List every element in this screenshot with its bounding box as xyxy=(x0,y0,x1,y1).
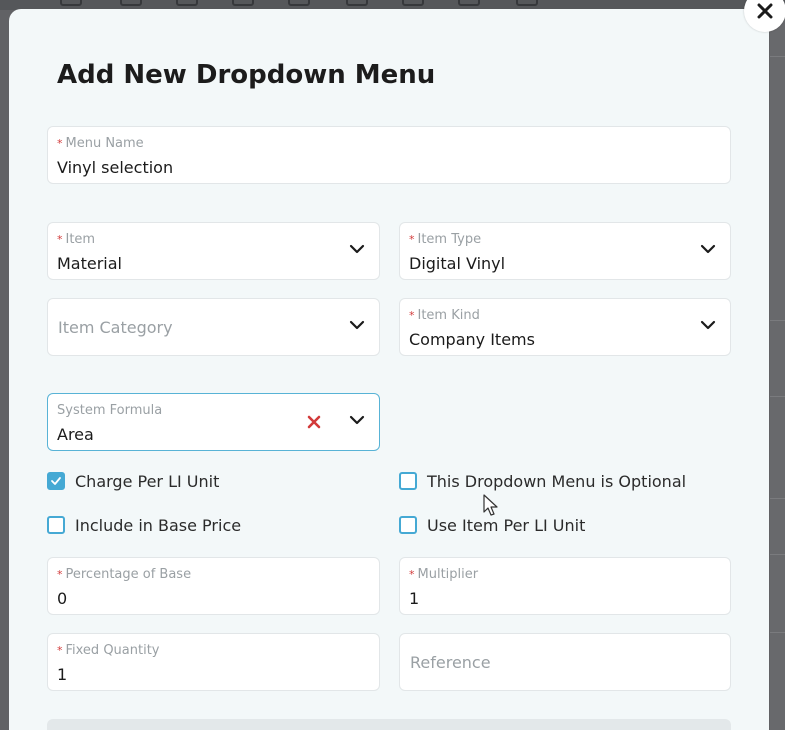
optional-label[interactable]: This Dropdown Menu is Optional xyxy=(427,472,686,491)
required-marker: * xyxy=(409,568,415,581)
toolbar-icon xyxy=(288,0,310,6)
charge-per-li-unit-label[interactable]: Charge Per LI Unit xyxy=(75,472,219,491)
item-select[interactable]: * Item Material xyxy=(47,222,380,280)
required-marker: * xyxy=(57,137,63,150)
include-in-base-price-label[interactable]: Include in Base Price xyxy=(75,516,241,535)
background-panel xyxy=(770,10,785,730)
item-category-placeholder: Item Category xyxy=(58,318,173,337)
chevron-down-icon xyxy=(349,415,365,425)
background-divider xyxy=(770,396,785,397)
item-label: * Item xyxy=(57,232,96,247)
item-category-select[interactable]: Item Category xyxy=(47,298,380,356)
toolbar-icon xyxy=(516,0,538,6)
item-type-value: Digital Vinyl xyxy=(409,254,506,273)
menu-name-field[interactable]: * Menu Name Vinyl selection xyxy=(47,126,731,184)
required-marker: * xyxy=(57,568,63,581)
optional-checkbox[interactable] xyxy=(399,472,417,490)
percentage-of-base-value: 0 xyxy=(57,589,68,608)
background-divider xyxy=(770,320,785,321)
chevron-down-icon xyxy=(700,320,716,330)
charge-per-li-unit-checkbox[interactable] xyxy=(47,472,65,490)
reference-field[interactable]: Reference xyxy=(399,633,731,691)
clear-icon[interactable] xyxy=(307,415,321,429)
modal-title: Add New Dropdown Menu xyxy=(57,60,436,90)
system-formula-value: Area xyxy=(57,425,94,444)
background-divider xyxy=(770,632,785,633)
use-item-per-li-unit-checkbox[interactable] xyxy=(399,516,417,534)
item-type-select[interactable]: * Item Type Digital Vinyl xyxy=(399,222,731,280)
fixed-quantity-label: * Fixed Quantity xyxy=(57,643,160,658)
include-in-base-price-checkbox[interactable] xyxy=(47,516,65,534)
fixed-quantity-value: 1 xyxy=(57,665,68,684)
toolbar-icon xyxy=(176,0,198,6)
percentage-of-base-field[interactable]: * Percentage of Base 0 xyxy=(47,557,380,615)
mouse-cursor-icon xyxy=(483,494,498,516)
toolbar-icon xyxy=(402,0,424,6)
add-dropdown-modal: Add New Dropdown Menu * Menu Name Vinyl s… xyxy=(9,9,769,730)
menu-name-value: Vinyl selection xyxy=(57,158,174,177)
background-divider xyxy=(770,554,785,555)
system-formula-select[interactable]: System Formula Area xyxy=(47,393,380,451)
checkmark-icon xyxy=(51,477,61,485)
chevron-down-icon xyxy=(349,244,365,254)
chevron-down-icon xyxy=(349,320,365,330)
percentage-of-base-label: * Percentage of Base xyxy=(57,567,192,582)
required-marker: * xyxy=(57,233,63,246)
required-marker: * xyxy=(57,644,63,657)
item-kind-label: * Item Kind xyxy=(409,308,480,323)
system-formula-label: System Formula xyxy=(57,403,163,418)
item-kind-value: Company Items xyxy=(409,330,535,349)
background-divider xyxy=(770,56,785,57)
item-value: Material xyxy=(57,254,122,273)
fixed-quantity-field[interactable]: * Fixed Quantity 1 xyxy=(47,633,380,691)
toolbar-icon xyxy=(120,0,142,6)
reference-placeholder: Reference xyxy=(410,653,491,672)
toolbar-icon xyxy=(458,0,480,6)
use-item-per-li-unit-label[interactable]: Use Item Per LI Unit xyxy=(427,516,585,535)
next-section-field[interactable] xyxy=(47,719,731,730)
required-marker: * xyxy=(409,233,415,246)
close-icon xyxy=(757,3,773,19)
item-kind-select[interactable]: * Item Kind Company Items xyxy=(399,298,731,356)
chevron-down-icon xyxy=(700,244,716,254)
required-marker: * xyxy=(409,309,415,322)
multiplier-value: 1 xyxy=(409,589,420,608)
toolbar-icon xyxy=(232,0,254,6)
menu-name-label: * Menu Name xyxy=(57,136,144,151)
toolbar-icon xyxy=(346,0,368,6)
background-divider xyxy=(770,498,785,499)
item-type-label: * Item Type xyxy=(409,232,482,247)
toolbar-icon xyxy=(60,0,82,6)
multiplier-field[interactable]: * Multiplier 1 xyxy=(399,557,731,615)
multiplier-label: * Multiplier xyxy=(409,567,479,582)
